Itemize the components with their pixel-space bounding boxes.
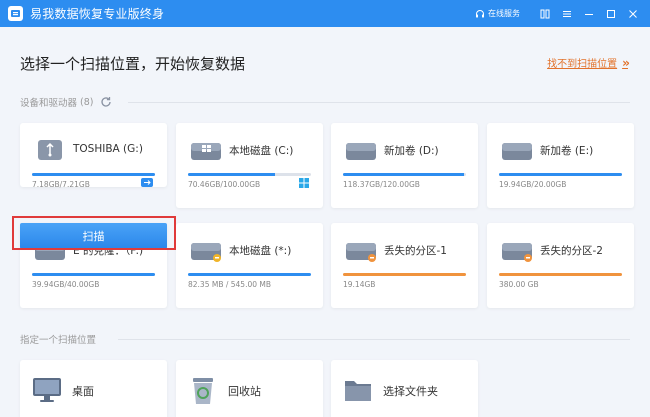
minimize-icon: [585, 13, 593, 15]
location-label: 选择文件夹: [383, 385, 438, 398]
location-select-folder[interactable]: 选择文件夹: [331, 360, 478, 417]
scan-button-highlight: [12, 216, 176, 250]
section-divider: [128, 102, 630, 103]
drive-card[interactable]: 新加卷 (E:) 19.94GB/20.00GB: [487, 123, 634, 208]
drive-capacity: 118.37GB/120.00GB: [343, 180, 420, 189]
location-label: 桌面: [72, 385, 94, 398]
drive-card[interactable]: 本地磁盘 (*:) 82.35 MB / 545.00 MB: [176, 223, 323, 308]
app-logo-icon: [8, 6, 23, 21]
devices-section-label: 设备和驱动器: [20, 98, 78, 109]
drive-usage-bar: [343, 173, 466, 176]
drive-name: 本地磁盘 (*:): [229, 245, 292, 257]
minimize-button[interactable]: [578, 0, 600, 27]
drive-card[interactable]: 丢失的分区-1 19.14GB: [331, 223, 478, 308]
drive-capacity: 19.14GB: [343, 280, 376, 289]
drive-card[interactable]: TOSHIBA (G:) 7.18GB/7.21GB: [20, 123, 167, 189]
hard-drive-icon: [502, 143, 532, 160]
drive-name: 新加卷 (D:): [384, 145, 439, 157]
drive-card[interactable]: 本地磁盘 (C:) 70.46GB/100.00GB: [176, 123, 323, 208]
location-recycle-bin[interactable]: 回收站: [176, 360, 323, 417]
recycle-bin-icon: [193, 378, 213, 404]
lost-partition-icon: [502, 243, 532, 262]
drive-capacity: 39.94GB/40.00GB: [32, 280, 100, 289]
drive-capacity: 19.94GB/20.00GB: [499, 180, 567, 189]
online-service-label: 在线服务: [488, 9, 520, 18]
devices-count: (8): [80, 96, 94, 108]
drive-usage-bar: [499, 273, 622, 276]
maximize-button[interactable]: [600, 0, 622, 27]
drive-capacity: 70.46GB/100.00GB: [188, 180, 261, 189]
locations-section-label: 指定一个扫描位置: [20, 335, 97, 346]
drive-usage-bar: [499, 173, 622, 176]
app-title: 易我数据恢复专业版终身: [30, 7, 165, 21]
drive-name: 丢失的分区-2: [540, 245, 603, 257]
page-heading: 选择一个扫描位置，开始恢复数据: [20, 55, 246, 73]
headset-icon: [476, 9, 484, 17]
windows-logo-icon: [299, 178, 309, 188]
drive-name: 本地磁盘 (C:): [229, 145, 294, 157]
settings-button[interactable]: [556, 0, 578, 27]
drive-capacity: 82.35 MB / 545.00 MB: [188, 280, 272, 289]
main-panel: 选择一个扫描位置，开始恢复数据 找不到扫描位置 ›› 设备和驱动器 (8) TO…: [0, 27, 650, 417]
drive-usage-bar: [343, 273, 466, 276]
drive-card[interactable]: 丢失的分区-2 380.00 GB: [487, 223, 634, 308]
menu-button[interactable]: [534, 0, 556, 27]
devices-section-header: 设备和驱动器 (8): [20, 95, 112, 109]
close-icon: [629, 9, 637, 18]
drive-usage-bar: [188, 173, 311, 176]
location-desktop[interactable]: 桌面: [20, 360, 167, 417]
drive-card[interactable]: 新加卷 (D:) 118.37GB/120.00GB: [331, 123, 478, 208]
maximize-icon: [607, 9, 615, 18]
drive-name: TOSHIBA (G:): [73, 143, 143, 155]
drive-name: 丢失的分区-1: [384, 245, 447, 257]
windows-drive-icon: [191, 143, 221, 160]
cant-find-location-link[interactable]: 找不到扫描位置 ››: [547, 55, 630, 71]
refresh-icon[interactable]: [100, 96, 112, 108]
lost-partition-icon: [346, 243, 376, 262]
title-bar: 易我数据恢复专业版终身 在线服务: [0, 0, 650, 27]
close-button[interactable]: [622, 0, 644, 27]
grid-menu-icon: [540, 9, 550, 18]
cant-find-location-label: 找不到扫描位置: [547, 59, 618, 70]
usb-badge-icon: [141, 178, 153, 187]
drive-usage-bar: [32, 173, 155, 176]
folder-icon: [345, 381, 371, 401]
desktop-icon: [33, 378, 61, 402]
online-service-button[interactable]: 在线服务: [475, 8, 520, 19]
locations-section-header: 指定一个扫描位置: [20, 332, 96, 346]
hidden-drive-icon: [191, 243, 221, 262]
drive-capacity: 380.00 GB: [499, 280, 539, 289]
drive-usage-bar: [32, 273, 155, 276]
hamburger-icon: [563, 10, 571, 17]
hard-drive-icon: [346, 143, 376, 160]
drive-capacity: 7.18GB/7.21GB: [32, 180, 90, 189]
double-chevron-right-icon: ››: [622, 55, 630, 70]
drive-usage-bar: [188, 273, 311, 276]
section-divider: [118, 339, 630, 340]
location-label: 回收站: [228, 385, 261, 398]
usb-drive-icon: [38, 140, 62, 160]
drive-name: 新加卷 (E:): [540, 145, 594, 157]
